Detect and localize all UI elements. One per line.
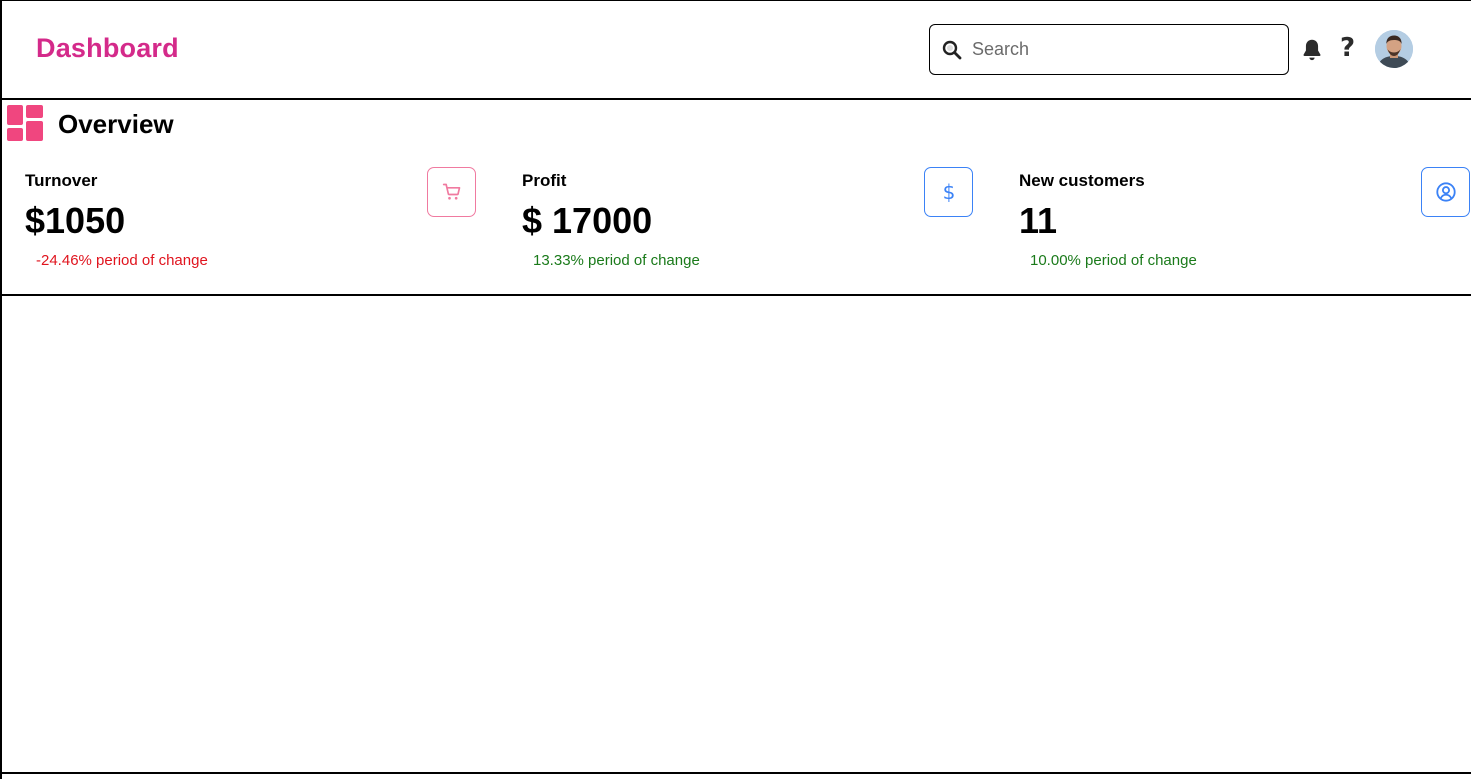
dollar-icon: $ [942,181,955,203]
search-box[interactable] [929,24,1289,75]
avatar-portrait-icon [1375,30,1413,68]
stat-card-turnover: Turnover $1050 -24.46% period of change [25,166,485,276]
stat-change: -24.46% period of change [36,252,208,269]
stat-card-profit: Profit $ 17000 13.33% period of change $ [522,166,982,276]
cart-button[interactable] [427,167,476,217]
stat-label: Profit [522,171,567,190]
stat-card-new-customers: New customers 11 10.00% period of change [1019,166,1471,276]
stat-value: 11 [1019,200,1058,241]
top-header: Dashboard ? [0,0,1471,100]
search-input[interactable] [970,38,1260,61]
stat-value: $1050 [25,200,126,241]
stat-value: $ 17000 [522,200,653,241]
stat-change: 13.33% period of change [533,252,700,269]
user-circle-icon [1435,182,1456,202]
overview-title: Overview [58,109,174,139]
avatar[interactable] [1375,30,1413,68]
stat-label: Turnover [25,171,98,190]
dollar-button[interactable]: $ [924,167,973,217]
stat-change: 10.00% period of change [1030,252,1197,269]
customers-button[interactable] [1421,167,1470,217]
help-icon[interactable]: ? [1340,33,1355,63]
bottom-divider [0,772,1471,774]
overview-section: Overview Turnover $1050 -24.46% period o… [0,100,1471,296]
dashboard-layout-icon [7,105,43,141]
search-icon [942,40,962,59]
svg-text:$: $ [942,181,955,203]
brand-title[interactable]: Dashboard [36,33,179,64]
bell-icon[interactable] [1299,37,1325,63]
cart-icon [442,183,460,200]
stat-label: New customers [1019,171,1145,190]
